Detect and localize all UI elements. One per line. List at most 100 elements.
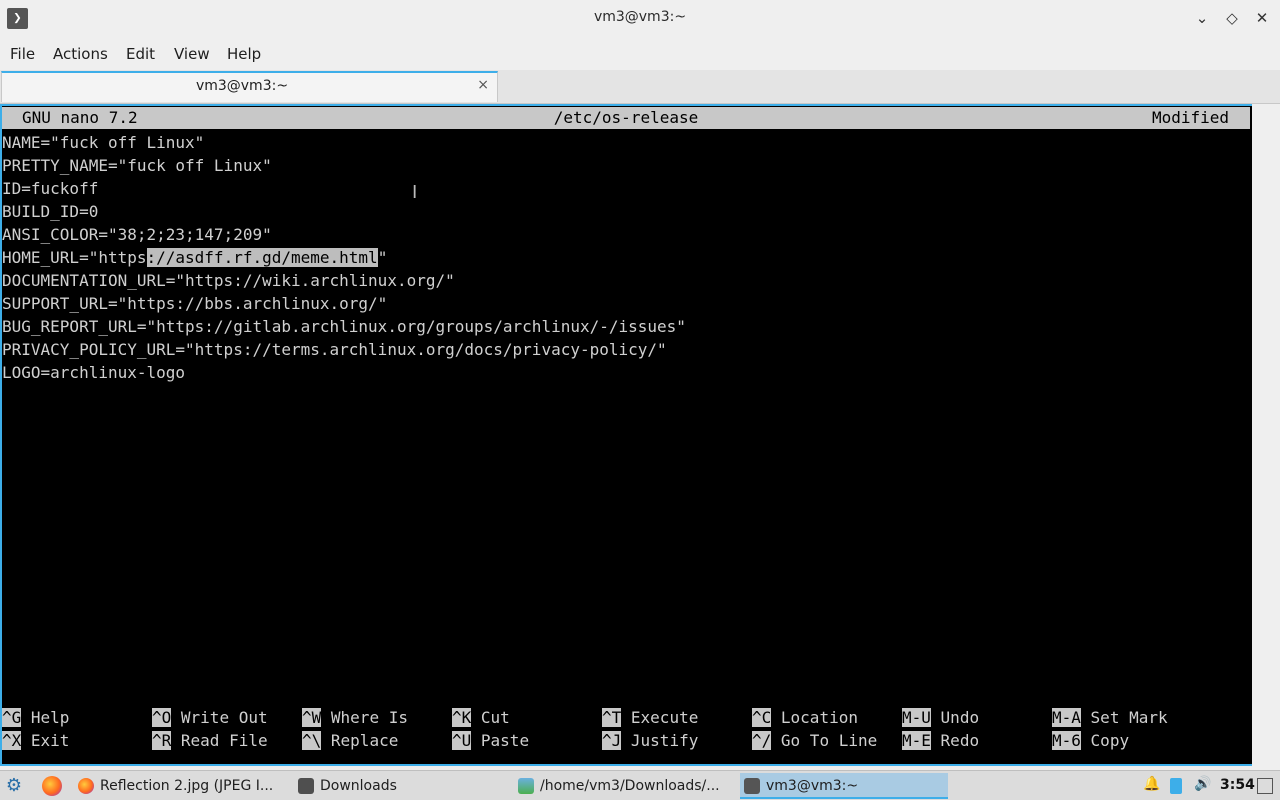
window-title: vm3@vm3:~: [593, 9, 687, 25]
shortcut-label: Undo: [940, 708, 980, 727]
shortcut-justify[interactable]: ^J Justify: [602, 729, 698, 752]
tab-bar: vm3@vm3:~ ×: [0, 70, 1280, 104]
notifications-bell-icon[interactable]: 🔔: [1143, 776, 1160, 792]
shortcut-key: ^J: [602, 731, 622, 750]
shortcut-key: M-A: [1052, 708, 1081, 727]
shortcut-set-mark[interactable]: M-A Set Mark: [1052, 706, 1168, 729]
shortcut-key: ^G: [2, 708, 22, 727]
close-window-icon[interactable]: ✕: [1250, 6, 1274, 30]
menu-help[interactable]: Help: [227, 45, 261, 63]
file-line: SUPPORT_URL="https://bbs.archlinux.org/": [2, 294, 388, 313]
usb-device-icon[interactable]: [1170, 778, 1182, 794]
file-line: NAME="fuck off Linux": [2, 133, 205, 152]
shortcut-label: Paste: [480, 731, 530, 750]
file-line: HOME_URL="https://asdff.rf.gd/meme.html": [2, 246, 387, 269]
shortcut-label: Help: [30, 708, 70, 727]
line-text: HOME_URL="https: [2, 248, 147, 267]
nano-filename: /etc/os-release: [553, 108, 699, 127]
shortcut-undo[interactable]: M-U Undo: [902, 706, 979, 729]
taskbar: ⚙ Reflection 2.jpg (JPEG I... Downloads …: [0, 770, 1280, 800]
task-label: Downloads: [320, 778, 397, 794]
file-line: PRETTY_NAME="fuck off Linux": [2, 156, 272, 175]
shortcut-where-is[interactable]: ^W Where Is: [302, 706, 408, 729]
terminal-scrollbar[interactable]: [1252, 104, 1280, 766]
shortcut-cut[interactable]: ^K Cut: [452, 706, 510, 729]
file-line: BUG_REPORT_URL="https://gitlab.archlinux…: [2, 317, 686, 336]
shortcut-label: Justify: [630, 731, 699, 750]
firefox-icon: [78, 778, 94, 794]
file-line: PRIVACY_POLICY_URL="https://terms.archli…: [2, 340, 667, 359]
shortcut-location[interactable]: ^C Location: [752, 706, 858, 729]
menu-view[interactable]: View: [174, 45, 210, 63]
shortcut-key: M-6: [1052, 731, 1081, 750]
shortcut-label: Copy: [1090, 731, 1130, 750]
shortcut-key: ^O: [152, 708, 172, 727]
shortcut-label: Write Out: [180, 708, 268, 727]
shortcut-key: ^/: [752, 731, 772, 750]
task-terminal[interactable]: vm3@vm3:~: [740, 773, 948, 799]
folder-icon: [298, 778, 314, 794]
tab-label: vm3@vm3:~: [195, 78, 289, 94]
task-label: /home/vm3/Downloads/...: [540, 778, 720, 794]
menu-file[interactable]: File: [10, 45, 35, 63]
show-desktop-icon[interactable]: [1257, 778, 1273, 794]
file-line: LOGO=archlinux-logo: [2, 363, 186, 382]
volume-icon[interactable]: 🔊: [1194, 776, 1211, 792]
shortcut-key: ^R: [152, 731, 172, 750]
maximize-icon[interactable]: ◇: [1220, 6, 1244, 30]
shortcut-key: ^X: [2, 731, 22, 750]
shortcut-paste[interactable]: ^U Paste: [452, 729, 529, 752]
shortcut-key: M-U: [902, 708, 931, 727]
ibeam-cursor-icon: I: [412, 182, 418, 203]
shortcut-replace[interactable]: ^\ Replace: [302, 729, 398, 752]
shortcut-execute[interactable]: ^T Execute: [602, 706, 698, 729]
shortcut-label: Go To Line: [780, 731, 878, 750]
file-line: DOCUMENTATION_URL="https://wiki.archlinu…: [2, 271, 455, 290]
nano-header-bar: GNU nano 7.2 /etc/os-release Modified: [2, 107, 1250, 129]
menu-actions[interactable]: Actions: [53, 45, 108, 63]
shortcut-key: M-E: [902, 731, 931, 750]
shortcut-help[interactable]: ^G Help: [2, 706, 69, 729]
shortcut-label: Read File: [180, 731, 268, 750]
shortcut-redo[interactable]: M-E Redo: [902, 729, 979, 752]
selected-text: ://asdff.rf.gd/meme.html: [146, 248, 378, 267]
line-text: ": [377, 248, 388, 267]
shortcut-key: ^K: [452, 708, 472, 727]
shortcut-write-out[interactable]: ^O Write Out: [152, 706, 268, 729]
minimize-icon[interactable]: ⌄: [1190, 6, 1214, 30]
shortcut-key: ^T: [602, 708, 622, 727]
firefox-launcher-icon[interactable]: [42, 776, 62, 796]
tab-close-icon[interactable]: ×: [477, 77, 489, 93]
file-line: ID=fuckoff: [2, 179, 99, 198]
task-label: Reflection 2.jpg (JPEG I...: [100, 778, 274, 794]
nano-modified-status: Modified: [1152, 108, 1230, 127]
terminal-view[interactable]: GNU nano 7.2 /etc/os-release Modified NA…: [0, 104, 1252, 766]
file-line: BUILD_ID=0: [2, 202, 99, 221]
shortcut-label: Exit: [30, 731, 70, 750]
shortcut-copy[interactable]: M-6 Copy: [1052, 729, 1129, 752]
tab-terminal[interactable]: vm3@vm3:~ ×: [1, 71, 498, 102]
task-image-viewer[interactable]: /home/vm3/Downloads/...: [518, 773, 732, 799]
window-titlebar: ❯ vm3@vm3:~ ⌄ ◇ ✕: [0, 0, 1280, 37]
shortcut-exit[interactable]: ^X Exit: [2, 729, 69, 752]
shortcut-label: Execute: [630, 708, 699, 727]
file-line: ANSI_COLOR="38;2;23;147;209": [2, 225, 272, 244]
image-viewer-icon: [518, 778, 534, 794]
shortcut-key: ^\: [302, 731, 322, 750]
shortcut-label: Set Mark: [1090, 708, 1168, 727]
task-reflection-image[interactable]: Reflection 2.jpg (JPEG I...: [78, 773, 288, 799]
shortcut-label: Location: [780, 708, 858, 727]
shortcut-label: Replace: [330, 731, 399, 750]
app-launcher-icon[interactable]: ⚙: [4, 776, 24, 796]
terminal-icon: [744, 778, 760, 794]
clock[interactable]: 3:54: [1220, 777, 1255, 793]
task-label: vm3@vm3:~: [766, 778, 859, 794]
task-downloads[interactable]: Downloads: [298, 773, 498, 799]
shortcut-read-file[interactable]: ^R Read File: [152, 729, 268, 752]
shortcut-label: Cut: [480, 708, 510, 727]
menu-edit[interactable]: Edit: [126, 45, 155, 63]
shortcut-key: ^W: [302, 708, 322, 727]
shortcut-go-to-line[interactable]: ^/ Go To Line: [752, 729, 877, 752]
shortcut-key: ^C: [752, 708, 772, 727]
menubar: File Actions Edit View Help: [0, 37, 1280, 70]
